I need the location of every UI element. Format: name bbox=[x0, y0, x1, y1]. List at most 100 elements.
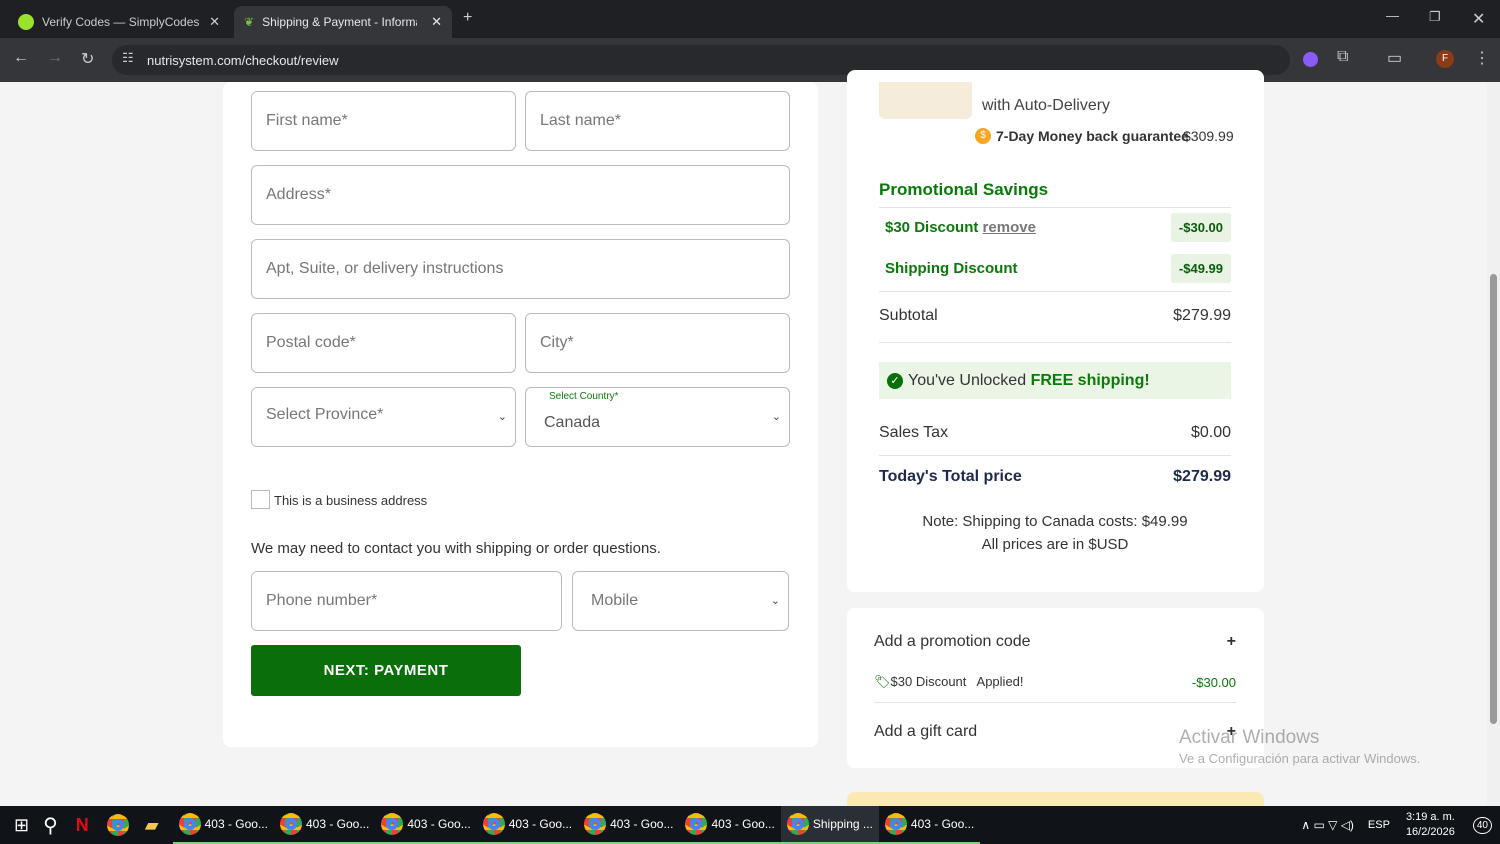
address-input[interactable]: Address* bbox=[251, 165, 790, 225]
dollar-coin-icon: $ bbox=[975, 128, 991, 144]
taskbar-item[interactable]: 403 - Goo... bbox=[476, 806, 579, 844]
chrome-icon bbox=[482, 813, 505, 835]
chrome-icon bbox=[884, 813, 907, 835]
tab-shipping[interactable]: ❦ Shipping & Payment - Informat ✕ bbox=[234, 6, 452, 38]
clock-time: 3:19 a. m. bbox=[1405, 811, 1455, 823]
free-shipping-banner: ✓ You've Unlocked FREE shipping! bbox=[879, 362, 1231, 399]
taskbar-item[interactable]: 403 - Goo... bbox=[578, 806, 680, 844]
chrome-icon bbox=[786, 813, 809, 835]
next-payment-button[interactable]: NEXT: PAYMENT bbox=[251, 645, 521, 696]
product-subtitle: with Auto-Delivery bbox=[982, 97, 1111, 114]
product-price: $309.99 bbox=[1183, 128, 1234, 144]
province-value: Select Province* bbox=[266, 406, 384, 423]
extensions-puzzle-icon[interactable]: ⧉ bbox=[1337, 48, 1348, 66]
reload-icon[interactable]: ↻ bbox=[81, 49, 94, 69]
close-tab-icon[interactable]: ✕ bbox=[209, 14, 220, 30]
taskbar-item-active[interactable]: Shipping ... bbox=[780, 806, 879, 844]
free-shipping-text: You've Unlocked bbox=[908, 371, 1027, 389]
check-circle-icon: ✓ bbox=[887, 372, 903, 389]
tray-icons[interactable]: ∧ ▭ ▽ ◁) bbox=[1301, 818, 1354, 832]
tab-title: Shipping & Payment - Informat bbox=[262, 15, 418, 29]
remove-discount-link[interactable]: remove bbox=[983, 219, 1036, 236]
side-panel-icon[interactable]: ▭ bbox=[1387, 48, 1402, 68]
new-tab-icon[interactable]: + bbox=[463, 9, 472, 27]
profile-avatar[interactable]: F bbox=[1436, 50, 1454, 68]
menu-icon[interactable]: ⋮ bbox=[1474, 48, 1490, 68]
taskbar-item[interactable]: 403 - Goo... bbox=[679, 806, 781, 844]
promo-savings-title: Promotional Savings bbox=[879, 180, 1049, 199]
phone-type-value: Mobile bbox=[591, 592, 639, 609]
shipping-discount-label: Shipping Discount bbox=[885, 260, 1018, 277]
close-tab-icon[interactable]: ✕ bbox=[431, 14, 442, 30]
add-promo-row[interactable]: Add a promotion code + bbox=[874, 633, 1236, 651]
taskbar-label: 403 - Goo... bbox=[910, 817, 975, 831]
site-info-icon[interactable]: ☷ bbox=[122, 50, 134, 66]
tag-icon: 🏷 bbox=[874, 674, 891, 689]
taskbar-label: Shipping ... bbox=[812, 817, 873, 831]
chrome-icon bbox=[178, 813, 201, 835]
yellow-card bbox=[847, 792, 1264, 806]
windows-start-icon[interactable]: ⊞ bbox=[14, 815, 29, 836]
phone-input[interactable]: Phone number* bbox=[251, 571, 562, 631]
taskbar-label: 403 - Goo... bbox=[610, 817, 674, 831]
minimize-icon[interactable]: — bbox=[1386, 8, 1399, 23]
scrollbar[interactable] bbox=[1487, 82, 1500, 806]
country-label: Select Country* bbox=[549, 391, 619, 402]
country-value: Canada bbox=[544, 414, 601, 431]
clock[interactable]: 3:19 a. m. 16/2/2026 bbox=[1406, 810, 1455, 840]
taskbar-item[interactable]: 403 - Goo... bbox=[172, 806, 274, 844]
province-select[interactable]: Select Province* ⌄ bbox=[251, 387, 516, 447]
total-value: $279.99 bbox=[1173, 468, 1231, 485]
chevron-down-icon: ⌄ bbox=[770, 595, 780, 607]
chrome-icon bbox=[584, 813, 607, 835]
business-checkbox[interactable] bbox=[251, 490, 270, 509]
first-name-input[interactable]: First name* bbox=[251, 91, 516, 151]
business-label: This is a business address bbox=[274, 493, 428, 508]
taskbar-item[interactable]: 403 - Goo... bbox=[375, 806, 477, 844]
extension-icon[interactable] bbox=[1303, 52, 1318, 67]
language-indicator[interactable]: ESP bbox=[1368, 819, 1390, 831]
tax-label: Sales Tax bbox=[879, 424, 949, 441]
search-icon[interactable]: ⚲ bbox=[43, 813, 58, 838]
tab-title: Verify Codes — SimplyCodes bbox=[42, 15, 200, 29]
applied-status: Applied! bbox=[976, 674, 1024, 689]
subtotal-label: Subtotal bbox=[879, 307, 938, 324]
shipping-note: Note: Shipping to Canada costs: $49.99 bbox=[922, 513, 1188, 530]
chrome-icon bbox=[381, 813, 404, 835]
restore-icon[interactable]: ❐ bbox=[1429, 9, 1441, 25]
applied-value: -$30.00 bbox=[1191, 674, 1236, 690]
url-text[interactable]: nutrisystem.com/checkout/review bbox=[147, 53, 338, 68]
plus-icon[interactable]: + bbox=[1227, 633, 1236, 651]
forward-icon[interactable]: → bbox=[47, 49, 63, 67]
taskbar-label: 403 - Goo... bbox=[305, 817, 370, 831]
country-select[interactable]: Select Country* Canada ⌄ bbox=[525, 387, 790, 447]
file-explorer-icon[interactable]: ▰ bbox=[145, 815, 159, 836]
phone-type-select[interactable]: Mobile ⌄ bbox=[572, 571, 789, 631]
apt-input[interactable]: Apt, Suite, or delivery instructions bbox=[251, 239, 790, 299]
free-shipping-bold: FREE shipping! bbox=[1030, 371, 1150, 389]
postal-code-input[interactable]: Postal code* bbox=[251, 313, 516, 373]
netflix-icon[interactable]: N bbox=[76, 815, 89, 836]
currency-note: All prices are in $USD bbox=[981, 536, 1129, 553]
notification-icon[interactable]: 40 bbox=[1472, 816, 1492, 834]
taskbar-item[interactable]: 403 - Goo... bbox=[878, 806, 981, 844]
tab-bar: Verify Codes — SimplyCodes ✕ ❦ Shipping & … bbox=[0, 0, 1500, 38]
leaf-icon: ❦ bbox=[244, 15, 255, 29]
chevron-down-icon: ⌄ bbox=[497, 411, 507, 423]
city-input[interactable]: City* bbox=[525, 313, 790, 373]
windows-watermark: Activar Windows Ve a Configuración para a… bbox=[1179, 727, 1420, 766]
back-icon[interactable]: ← bbox=[13, 49, 29, 67]
last-name-input[interactable]: Last name* bbox=[525, 91, 790, 151]
chevron-down-icon: ⌄ bbox=[771, 411, 781, 423]
contact-note: We may need to contact you with shipping… bbox=[251, 540, 661, 557]
simplycodes-icon bbox=[18, 14, 34, 30]
tab-simplycodes[interactable]: Verify Codes — SimplyCodes ✕ bbox=[8, 6, 230, 38]
close-window-icon[interactable]: ✕ bbox=[1472, 9, 1485, 29]
chrome-icon[interactable] bbox=[106, 814, 129, 836]
guarantee-text: 7-Day Money back guarantee bbox=[996, 128, 1189, 144]
total-label: Today's Total price bbox=[879, 468, 1022, 485]
taskbar-label: 403 - Goo... bbox=[204, 817, 268, 831]
tax-value: $0.00 bbox=[1190, 424, 1231, 441]
taskbar-item[interactable]: 403 - Goo... bbox=[273, 806, 376, 844]
scrollbar-thumb[interactable] bbox=[1490, 274, 1497, 724]
